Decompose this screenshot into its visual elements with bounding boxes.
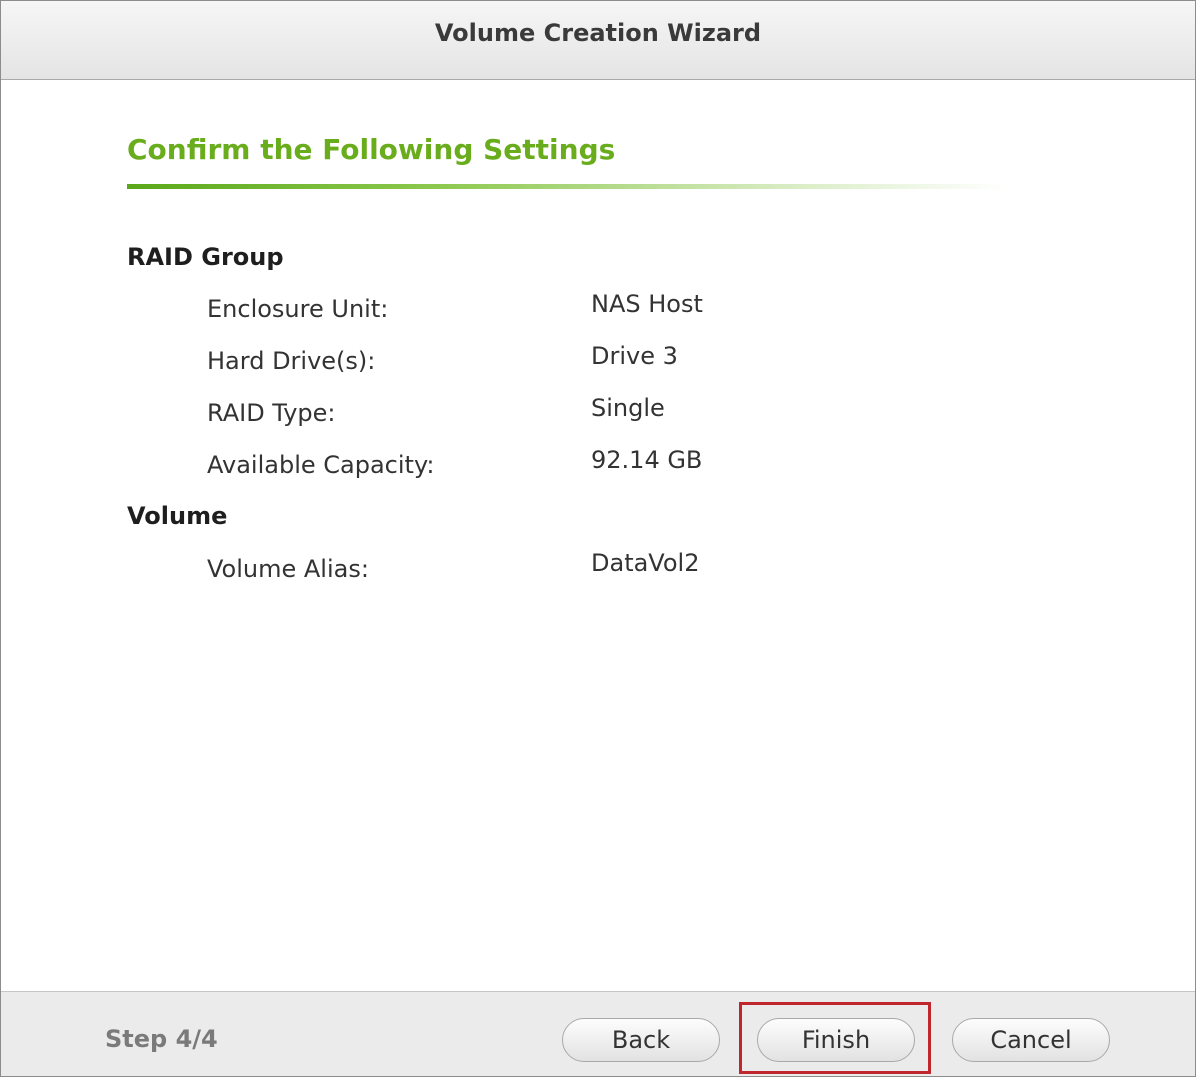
section-volume: Volume [127,502,228,530]
raid-type-label: RAID Type: [207,399,336,427]
enclosure-unit-value: NAS Host [591,290,703,318]
title-bar: Volume Creation Wizard [1,1,1195,80]
page-heading: Confirm the Following Settings [127,133,616,166]
hard-drives-label: Hard Drive(s): [207,347,376,375]
finish-button[interactable]: Finish [757,1018,915,1062]
raid-type-value: Single [591,394,665,422]
volume-alias-value: DataVol2 [591,549,700,577]
wizard-footer: Step 4/4 Back Finish Cancel [1,991,1195,1076]
available-capacity-label: Available Capacity: [207,451,435,479]
heading-divider [127,184,1007,189]
volume-alias-label: Volume Alias: [207,555,369,583]
window-title: Volume Creation Wizard [434,19,762,47]
section-raid-group: RAID Group [127,243,284,271]
hard-drives-value: Drive 3 [591,342,678,370]
cancel-button[interactable]: Cancel [952,1018,1110,1062]
available-capacity-value: 92.14 GB [591,446,703,474]
back-button[interactable]: Back [562,1018,720,1062]
enclosure-unit-label: Enclosure Unit: [207,295,389,323]
step-indicator: Step 4/4 [105,1025,218,1053]
volume-creation-wizard-dialog: Volume Creation Wizard Confirm the Follo… [0,0,1196,1077]
